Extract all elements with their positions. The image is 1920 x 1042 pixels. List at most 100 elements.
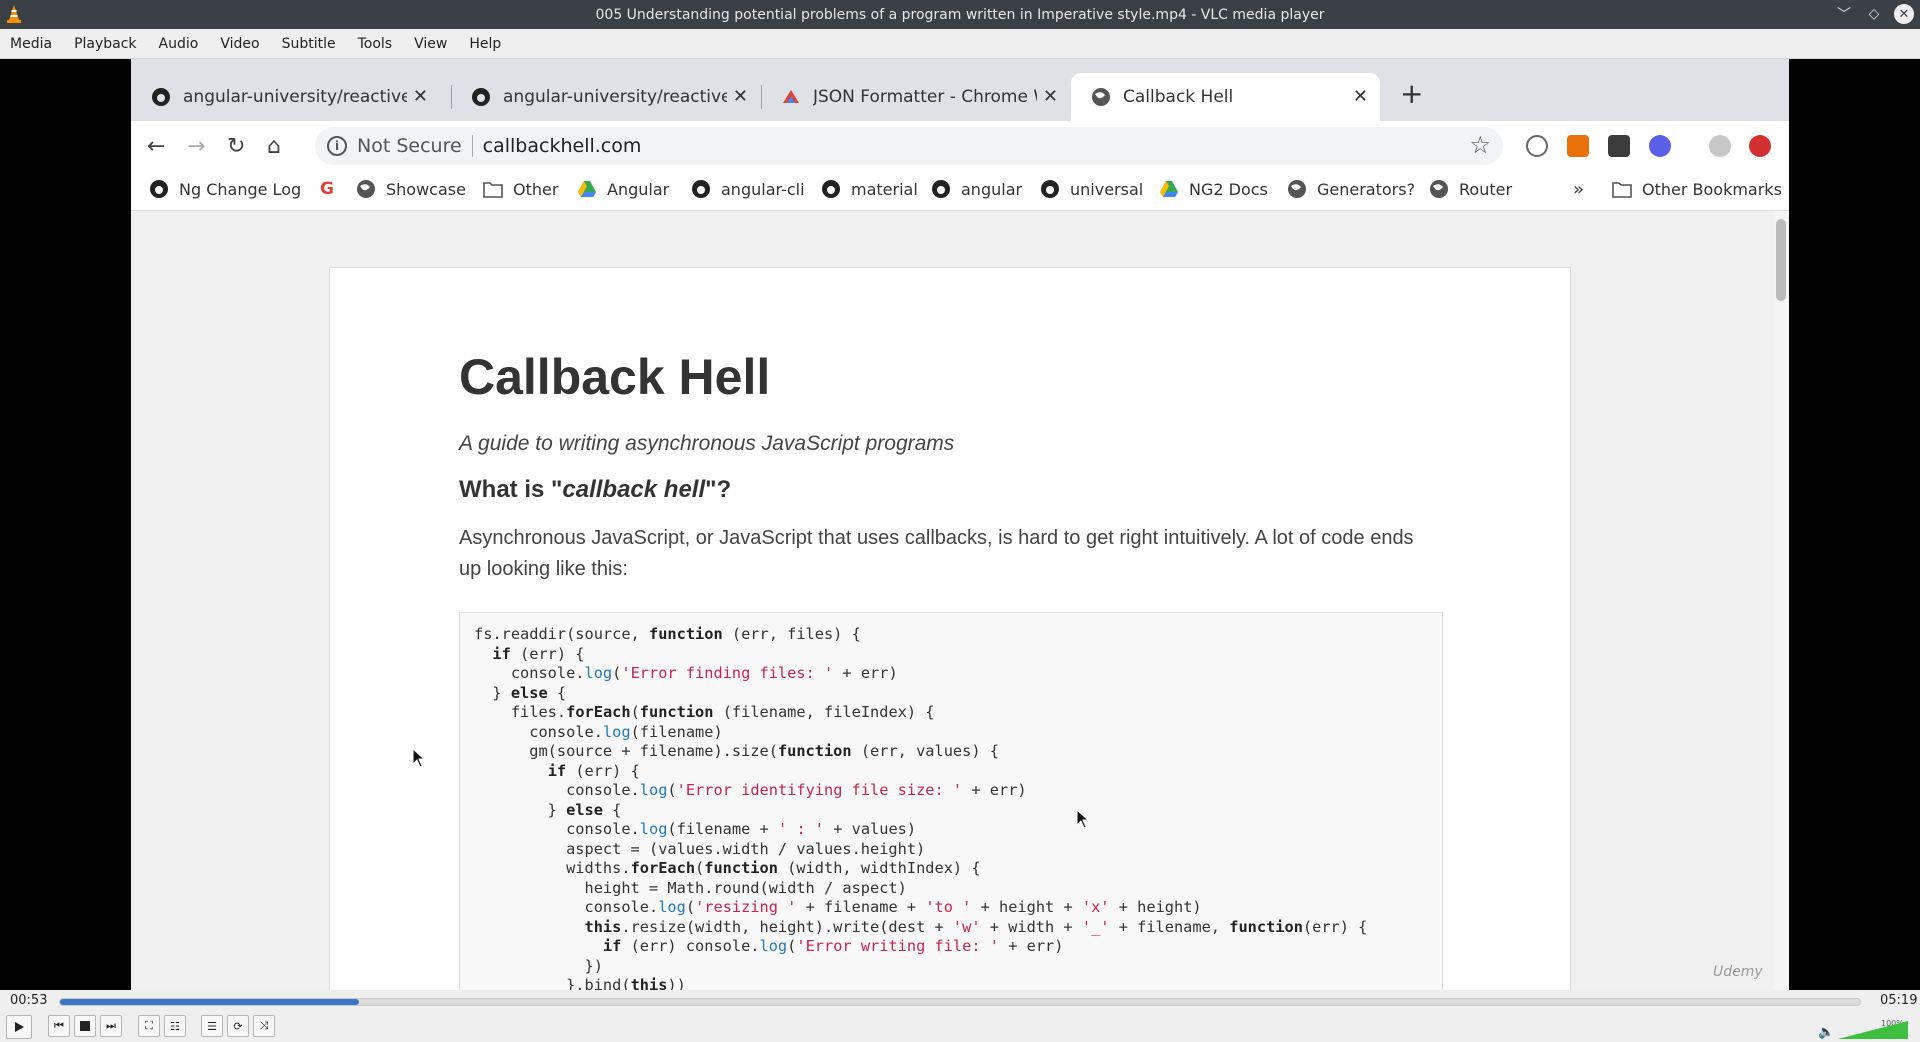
menu-subtitle[interactable]: Subtitle: [272, 36, 348, 52]
extension-icon[interactable]: [1749, 135, 1771, 157]
tab-close-icon[interactable]: ✕: [1353, 86, 1368, 107]
tab-json-formatter[interactable]: JSON Formatter - Chrome Web ✕: [761, 73, 1070, 121]
bookmark-item[interactable]: universal: [1040, 179, 1143, 199]
github-icon: [149, 179, 169, 199]
section-heading: What is "callback hell"?: [459, 476, 731, 504]
globe-icon: [356, 179, 376, 199]
menu-view[interactable]: View: [404, 36, 459, 52]
chrome-webstore-icon: [781, 87, 801, 107]
extension-icon[interactable]: [1526, 135, 1548, 157]
bookmark-item[interactable]: Generators?: [1287, 179, 1415, 199]
forward-icon[interactable]: →: [187, 134, 205, 159]
heading-text: What is ": [459, 476, 563, 503]
loop-button[interactable]: ⟳: [227, 1015, 249, 1037]
vlc-cone-icon: [7, 5, 21, 23]
shuffle-button[interactable]: ⤨: [253, 1015, 275, 1037]
elapsed-time: 00:53: [10, 993, 48, 1008]
page-subtitle: A guide to writing asynchronous JavaScri…: [459, 432, 955, 455]
globe-icon: [1429, 179, 1449, 199]
url-text[interactable]: callbackhell.com: [483, 135, 642, 157]
bookmark-label: NG2 Docs: [1189, 179, 1268, 199]
extended-settings-button[interactable]: ☷: [164, 1015, 186, 1037]
reload-icon[interactable]: ↻: [227, 134, 245, 159]
bookmark-item[interactable]: angular: [931, 179, 1022, 199]
security-label: Not Secure: [357, 135, 462, 157]
maximize-icon[interactable]: ◇: [1864, 4, 1884, 24]
tab-github-1[interactable]: angular-university/reactive-an ✕: [131, 73, 440, 121]
player-controls: 00:53 05:19 ⏮ ⏭ ⛶ ☷ ☰ ⟳ ⤨: [0, 990, 1920, 1042]
watermark: Udemy: [1713, 964, 1763, 980]
bookmarks-overflow-button[interactable]: »: [1573, 179, 1584, 200]
globe-icon: [1287, 179, 1307, 199]
omnibox-separator: [471, 135, 473, 157]
total-time: 05:19: [1880, 993, 1918, 1008]
bookmark-item[interactable]: angular-cli: [691, 179, 805, 199]
tab-callback-hell[interactable]: Callback Hell ✕: [1071, 73, 1380, 121]
bookmark-label: Router: [1459, 179, 1513, 199]
menu-bar: Media Playback Audio Video Subtitle Tool…: [0, 29, 1920, 59]
tab-label: angular-university/reactive-an: [503, 87, 727, 107]
github-icon: [151, 87, 171, 107]
bookmark-label: Showcase: [386, 179, 466, 199]
menu-help[interactable]: Help: [459, 36, 513, 52]
play-button[interactable]: [6, 1015, 32, 1039]
content-card: Callback Hell A guide to writing asynchr…: [329, 267, 1571, 990]
bookmark-item[interactable]: Showcase: [356, 179, 466, 199]
minimize-icon[interactable]: ﹀: [1834, 4, 1854, 24]
web-page: Callback Hell A guide to writing asynchr…: [131, 211, 1789, 990]
tab-label: JSON Formatter - Chrome Web: [813, 87, 1037, 107]
folder-icon: [483, 179, 503, 199]
seek-bar[interactable]: [59, 998, 1861, 1006]
bookmark-label: Angular: [607, 179, 670, 199]
extension-icon[interactable]: [1608, 135, 1630, 157]
bookmark-item[interactable]: Other: [483, 179, 558, 199]
drive-icon: [577, 179, 597, 199]
bookmark-item[interactable]: NG2 Docs: [1159, 179, 1268, 199]
stop-button[interactable]: [74, 1015, 96, 1037]
scrollbar-thumb[interactable]: [1776, 219, 1786, 301]
bookmark-item[interactable]: Ng Change Log: [149, 179, 301, 199]
page-scrollbar[interactable]: [1773, 211, 1789, 990]
tab-github-2[interactable]: angular-university/reactive-an ✕: [451, 73, 760, 121]
tab-close-icon[interactable]: ✕: [413, 86, 428, 107]
heading-text: "?: [705, 476, 732, 503]
menu-audio[interactable]: Audio: [149, 36, 211, 52]
address-bar[interactable]: i Not Secure callbackhell.com ☆: [315, 127, 1503, 165]
intro-paragraph: Asynchronous JavaScript, or JavaScript t…: [459, 527, 1414, 580]
close-window-icon[interactable]: ✕: [1894, 4, 1914, 24]
bookmark-item[interactable]: Router: [1429, 179, 1512, 199]
other-bookmarks[interactable]: Other Bookmarks: [1612, 179, 1782, 199]
back-icon[interactable]: ←: [147, 134, 165, 159]
profile-avatar-icon[interactable]: [1709, 135, 1731, 157]
fullscreen-button[interactable]: ⛶: [138, 1015, 160, 1037]
extension-icon[interactable]: [1567, 135, 1589, 157]
new-tab-icon[interactable]: +: [1400, 77, 1423, 110]
bookmark-label: angular: [961, 179, 1023, 199]
github-icon: [931, 179, 951, 199]
previous-button[interactable]: ⏮: [48, 1015, 70, 1037]
menu-tools[interactable]: Tools: [348, 36, 405, 52]
menu-media[interactable]: Media: [0, 36, 64, 52]
speaker-icon[interactable]: 🔈: [1818, 1025, 1834, 1040]
bookmark-item[interactable]: G: [317, 179, 347, 199]
bookmark-item[interactable]: Angular: [577, 179, 669, 199]
volume-slider[interactable]: [1838, 1020, 1908, 1040]
mouse-cursor-icon: [412, 748, 426, 768]
video-area[interactable]: angular-university/reactive-an ✕ angular…: [0, 59, 1920, 990]
folder-icon: [1612, 179, 1632, 199]
bookmark-item[interactable]: material: [821, 179, 918, 199]
bookmark-label: Other Bookmarks: [1642, 179, 1782, 199]
playlist-button[interactable]: ☰: [201, 1015, 223, 1037]
info-icon[interactable]: i: [327, 136, 347, 156]
tab-close-icon[interactable]: ✕: [1043, 86, 1058, 107]
extension-icon[interactable]: [1649, 135, 1671, 157]
menu-playback[interactable]: Playback: [64, 36, 148, 52]
next-button[interactable]: ⏭: [100, 1015, 122, 1037]
bookmark-star-icon[interactable]: ☆: [1469, 131, 1491, 159]
globe-icon: [1091, 87, 1111, 107]
home-icon[interactable]: ⌂: [267, 134, 281, 159]
tab-close-icon[interactable]: ✕: [733, 86, 748, 107]
menu-video[interactable]: Video: [210, 36, 271, 52]
drive-icon: [1159, 179, 1179, 199]
browser-window: angular-university/reactive-an ✕ angular…: [131, 59, 1789, 990]
